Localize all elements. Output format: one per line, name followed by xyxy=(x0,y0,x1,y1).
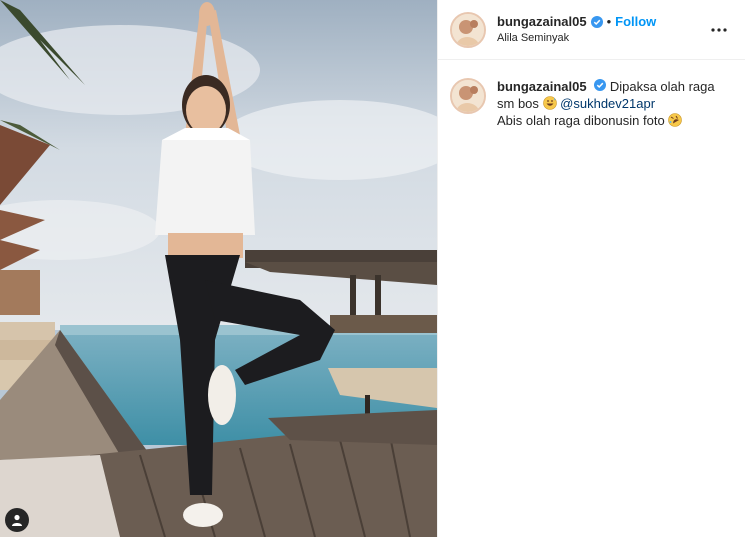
rolling-laughing-emoji xyxy=(668,113,683,127)
verified-badge-icon xyxy=(590,15,603,28)
caption-text: bungazainal05 Dipaksa olah raga sm bos @… xyxy=(497,78,717,129)
location-link[interactable]: Alila Seminyak xyxy=(497,32,707,45)
verified-badge-icon xyxy=(594,79,607,91)
follow-button[interactable]: Follow xyxy=(615,14,656,30)
caption: bungazainal05 Dipaksa olah raga sm bos @… xyxy=(438,60,745,129)
more-options-button[interactable] xyxy=(707,18,731,42)
post-sidebar: bungazainal05 • Follow Alila Seminyak bu… xyxy=(437,0,745,537)
post-header: bungazainal05 • Follow Alila Seminyak xyxy=(438,0,745,60)
grinning-sweat-emoji xyxy=(542,96,557,110)
caption-avatar[interactable] xyxy=(450,78,486,114)
avatar[interactable] xyxy=(450,11,486,48)
user-tag-button[interactable] xyxy=(5,508,29,532)
avatar-image xyxy=(452,13,484,46)
more-options-icon xyxy=(711,27,727,32)
username-link[interactable]: bungazainal05 xyxy=(497,14,587,30)
user-tag-icon xyxy=(12,514,22,526)
yoga-photo xyxy=(0,0,437,537)
avatar-image xyxy=(452,80,484,112)
post-photo[interactable] xyxy=(0,0,437,537)
caption-line-2: Abis olah raga dibonusin foto xyxy=(497,113,665,128)
mention-link[interactable]: @sukhdev21apr xyxy=(560,96,655,111)
instagram-post: bungazainal05 • Follow Alila Seminyak bu… xyxy=(0,0,745,537)
separator-dot: • xyxy=(606,14,612,30)
caption-username-link[interactable]: bungazainal05 xyxy=(497,79,587,94)
